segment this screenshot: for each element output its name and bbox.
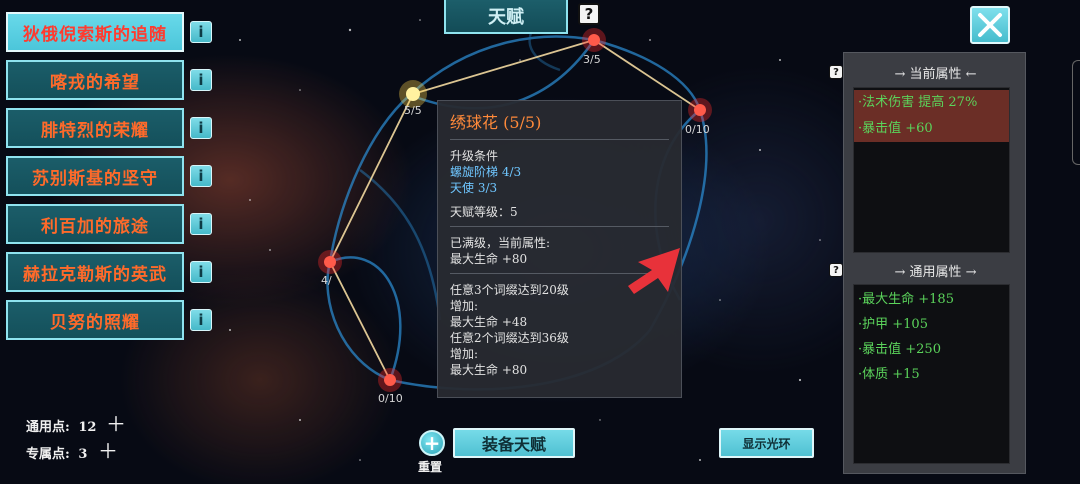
tooltip-title: 绣球花 (5/5) (450, 113, 542, 132)
current-attributes-header: → 当前属性 ← (844, 63, 1027, 82)
talent-tree-row: 贝努的照耀 i (6, 300, 218, 342)
talent-node-progress: 3/5 (583, 53, 601, 66)
close-icon (978, 13, 1002, 37)
talent-tree-row: 利百加的旅途 i (6, 204, 218, 246)
attribute-row: ·最大生命 +185 (858, 292, 954, 307)
bonus-line: 任意2个词缀达到36级 (450, 331, 569, 345)
reset-button[interactable]: + (419, 430, 445, 456)
talent-tree-button[interactable]: 喀戎的希望 (6, 60, 184, 100)
requirement-item: 天使 3/3 (450, 181, 498, 195)
attribute-row: ·法术伤害 提高 27% (854, 90, 1009, 116)
page-title: 天赋 (444, 0, 568, 34)
talent-tree-row: 狄俄倪索斯的追随 i (6, 12, 218, 54)
talent-node-button[interactable] (316, 248, 344, 276)
info-icon[interactable]: i (190, 117, 212, 139)
general-points-value: 12 (78, 420, 97, 435)
exclusive-points-label: 专属点: (26, 447, 70, 462)
side-drawer-handle[interactable] (1072, 60, 1080, 165)
info-icon[interactable]: i (190, 21, 212, 43)
talent-tree-button[interactable]: 苏别斯基的坚守 (6, 156, 184, 196)
requirement-item: 螺旋阶梯 4/3 (450, 165, 522, 179)
help-icon[interactable]: ? (829, 263, 843, 277)
arrow-right-icon: → (894, 67, 906, 82)
bonus-line: 最大生命 +80 (450, 363, 528, 377)
attribute-row: ·体质 +15 (858, 367, 920, 382)
help-icon[interactable]: ? (578, 3, 600, 25)
current-attributes-box: ·法术伤害 提高 27% ·暴击值 +60 (853, 87, 1010, 253)
attribute-row: ·护甲 +105 (858, 317, 928, 332)
general-points-label: 通用点: (26, 420, 70, 435)
arrow-left-icon: → (965, 265, 977, 280)
info-icon[interactable]: i (190, 261, 212, 283)
general-attributes-title: 通用属性 (909, 265, 962, 280)
general-points: 通用点: 12 (26, 416, 96, 435)
info-icon[interactable]: i (190, 69, 212, 91)
talent-tree-button[interactable]: 腓特烈的荣耀 (6, 108, 184, 148)
arrow-left-icon: ← (965, 67, 977, 82)
divider (450, 226, 669, 227)
attribute-panel: → 当前属性 ← ·法术伤害 提高 27% ·暴击值 +60 → 通用属性 → … (843, 52, 1026, 474)
exclusive-points: 专属点: 3 (26, 443, 87, 462)
talent-node-button[interactable] (376, 366, 404, 394)
attribute-row: ·暴击值 +60 (854, 116, 1009, 142)
talent-tree-row: 腓特烈的荣耀 i (6, 108, 218, 150)
divider (450, 139, 669, 140)
talent-tree-row: 喀戎的希望 i (6, 60, 218, 102)
talent-tree-row: 苏别斯基的坚守 i (6, 156, 218, 198)
talent-tree-button[interactable]: 贝努的照耀 (6, 300, 184, 340)
talent-tree-button[interactable]: 利百加的旅途 (6, 204, 184, 244)
info-icon[interactable]: i (190, 309, 212, 331)
talent-node-button[interactable] (580, 26, 608, 54)
general-attributes-box: ·最大生命 +185 ·护甲 +105 ·暴击值 +250 ·体质 +15 (853, 284, 1010, 464)
talent-tree-row: 赫拉克勒斯的英武 i (6, 252, 218, 294)
attribute-row: ·暴击值 +250 (858, 342, 941, 357)
talent-node-button[interactable] (399, 80, 427, 108)
help-icon[interactable]: ? (829, 65, 843, 79)
talent-node-button[interactable] (686, 96, 714, 124)
general-attributes-header: → 通用属性 → (844, 261, 1027, 280)
arrow-right-icon: → (894, 265, 906, 280)
talent-tree-button[interactable]: 赫拉克勒斯的英武 (6, 252, 184, 292)
talent-node-progress: 0/10 (685, 123, 710, 136)
reset-label: 重置 (418, 460, 443, 474)
equip-talent-button[interactable]: 装备天赋 (453, 428, 575, 458)
talent-tree-button-selected[interactable]: 狄俄倪索斯的追随 (6, 12, 184, 52)
talent-level: 天赋等级：5 (450, 205, 518, 219)
bonus-line: 增加: (450, 347, 479, 361)
plus-icon: + (423, 431, 441, 455)
requirement-header: 升级条件 (450, 149, 499, 163)
close-button[interactable] (970, 6, 1010, 44)
add-exclusive-point-icon[interactable]: ＋ (98, 441, 118, 461)
info-icon[interactable]: i (190, 165, 212, 187)
bonus-line: 增加: (450, 299, 479, 313)
add-general-point-icon[interactable]: ＋ (106, 414, 126, 434)
info-icon[interactable]: i (190, 213, 212, 235)
bonus-line: 最大生命 +48 (450, 315, 528, 329)
show-aura-button[interactable]: 显示光环 (719, 428, 814, 458)
current-attributes-title: 当前属性 (909, 67, 962, 82)
pointer-arrow-icon (628, 248, 680, 294)
exclusive-points-value: 3 (78, 447, 88, 462)
